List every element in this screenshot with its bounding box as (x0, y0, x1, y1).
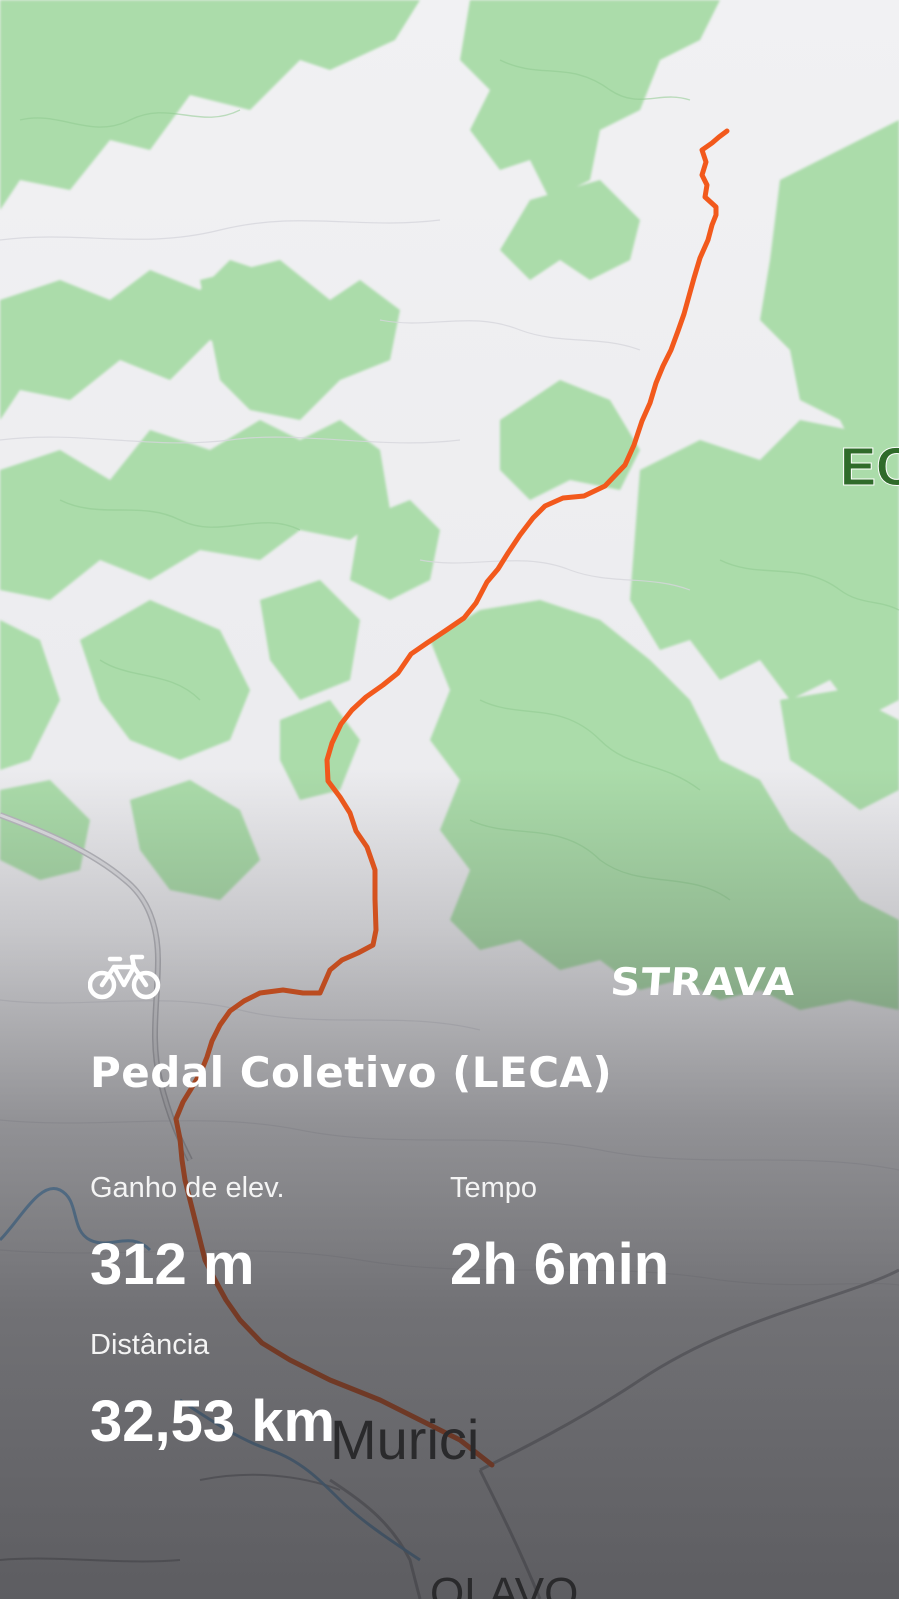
strava-logo: STRAVA (608, 960, 798, 1004)
activity-share-card: EC Murici OLAVO STRAVA Pedal Coletivo (L… (0, 0, 899, 1599)
distance-value: 32,53 km (90, 1389, 336, 1454)
distance-label: Distância (90, 1329, 210, 1361)
elevation-gain-value: 312 m (90, 1232, 255, 1297)
moving-time-label: Tempo (450, 1172, 538, 1204)
elevation-gain-label: Ganho de elev. (90, 1172, 285, 1204)
activity-summary: STRAVA Pedal Coletivo (LECA) Ganho de el… (0, 0, 899, 1599)
moving-time-value: 2h 6min (450, 1232, 670, 1297)
activity-title: Pedal Coletivo (LECA) (90, 1048, 613, 1097)
bike-icon (88, 954, 161, 1000)
